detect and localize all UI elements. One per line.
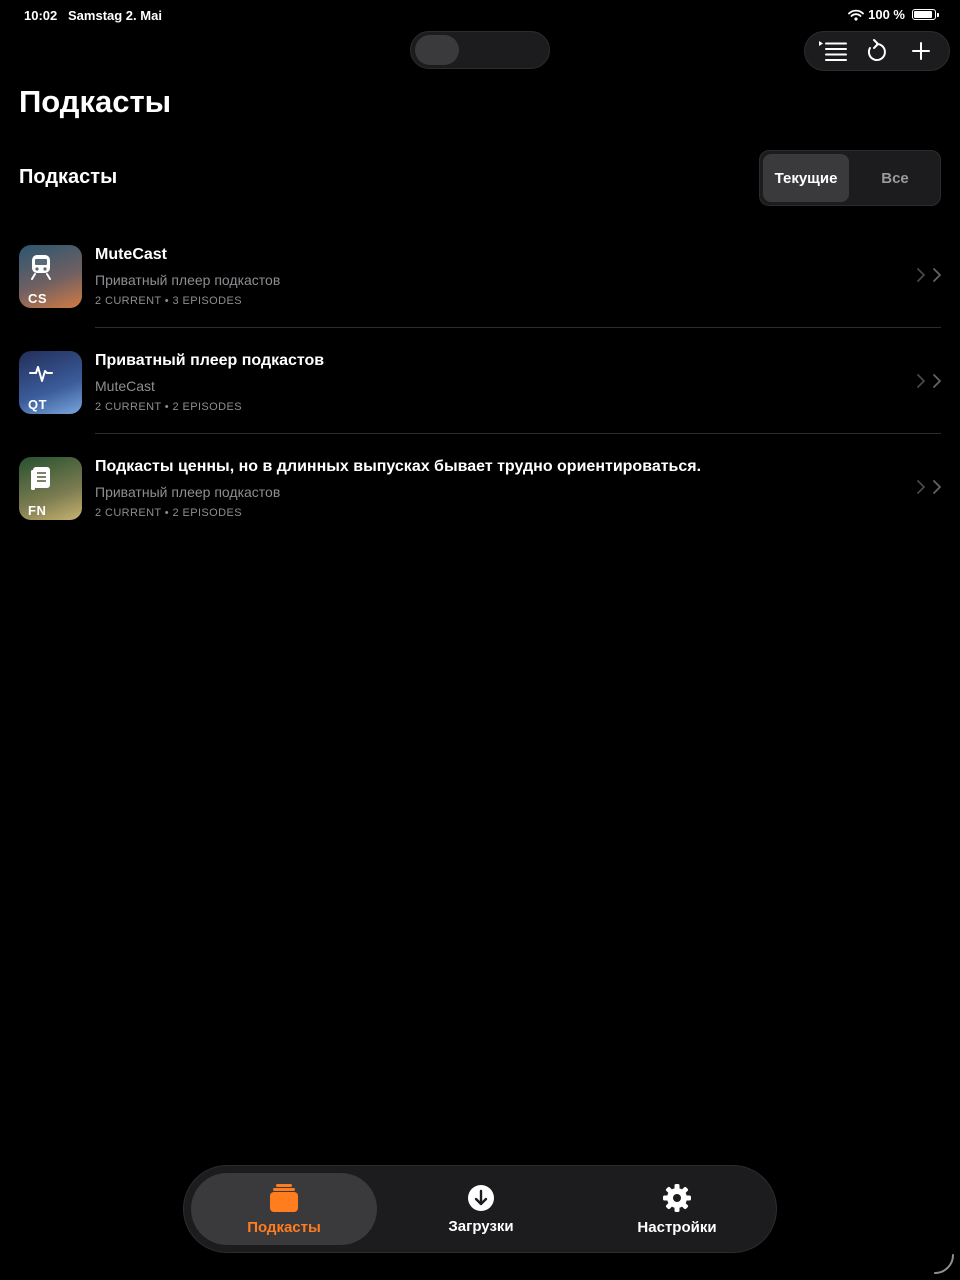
train-icon (31, 255, 51, 280)
artwork-code: CS (28, 291, 48, 306)
plus-icon (912, 42, 930, 60)
podcast-row[interactable]: FN Подкасты ценны, но в длинных выпусках… (0, 434, 960, 540)
podcast-meta: 2 CURRENT • 2 EPISODES (95, 401, 242, 413)
podcasts-stack-icon (270, 1183, 298, 1212)
podcast-title: Приватный плеер подкастов (95, 352, 325, 369)
podcast-title: Подкасты ценны, но в длинных выпусках бы… (95, 458, 702, 475)
tab-label: Загрузки (448, 1217, 514, 1235)
filter-segmented-control: Текущие Все (759, 150, 941, 206)
page-title: Подкасты (19, 84, 172, 119)
refresh-icon (867, 39, 886, 61)
queue-list-button[interactable] (813, 33, 853, 69)
tab-label: Настройки (637, 1218, 717, 1236)
download-icon (468, 1184, 494, 1211)
top-toggle-pill[interactable] (410, 31, 550, 69)
chevron-right-icon (933, 374, 941, 388)
podcast-subtitle: Приватный плеер подкастов (95, 272, 281, 288)
podcast-artwork: FN (19, 457, 82, 520)
artwork-code: FN (28, 503, 47, 518)
waveform-icon (29, 366, 53, 382)
chevron-right-icon (917, 374, 925, 388)
wifi-icon (848, 9, 865, 21)
segment-current[interactable]: Текущие (763, 154, 849, 202)
document-icon (31, 467, 50, 490)
podcast-row[interactable]: QT Приватный плеер подкастов MuteCast 2 … (0, 328, 960, 434)
tab-label: Подкасты (247, 1218, 321, 1236)
podcast-row[interactable]: CS MuteCast Приватный плеер подкастов 2 … (0, 222, 960, 328)
row-chevrons (917, 374, 941, 388)
refresh-button[interactable] (857, 33, 897, 69)
status-date: Samstag 2. Mai (68, 8, 162, 23)
artwork-code: QT (28, 397, 48, 412)
podcast-title: MuteCast (95, 246, 168, 263)
podcast-subtitle: Приватный плеер подкастов (95, 484, 281, 500)
tab-downloads[interactable]: Загрузки (388, 1173, 574, 1245)
row-chevrons (917, 480, 941, 494)
podcast-subtitle: MuteCast (95, 378, 155, 394)
podcast-meta: 2 CURRENT • 2 EPISODES (95, 507, 242, 519)
chevron-right-icon (933, 268, 941, 282)
tab-settings[interactable]: Настройки (584, 1173, 770, 1245)
corner-resize-icon (934, 1254, 954, 1274)
status-indicators: 100 % (848, 7, 939, 22)
battery-percentage: 100 % (868, 7, 905, 22)
segment-all[interactable]: Все (852, 154, 938, 202)
queue-list-icon (819, 41, 847, 61)
tab-podcasts[interactable]: Подкасты (191, 1173, 377, 1245)
podcast-meta: 2 CURRENT • 3 EPISODES (95, 295, 242, 307)
add-podcast-button[interactable] (901, 33, 941, 69)
podcast-list: CS MuteCast Приватный плеер подкастов 2 … (0, 222, 960, 540)
status-bar: 10:02 Samstag 2. Mai 100 % (0, 0, 960, 30)
section-title: Подкасты (19, 166, 118, 188)
toggle-knob (415, 35, 459, 65)
gear-icon (663, 1183, 691, 1212)
tab-bar: Подкасты Загрузки Настройки (183, 1165, 777, 1253)
status-time: 10:02 (24, 8, 58, 23)
chevron-right-icon (917, 268, 925, 282)
podcast-artwork: QT (19, 351, 82, 414)
row-chevrons (917, 268, 941, 282)
chevron-right-icon (933, 480, 941, 494)
battery-icon (912, 9, 939, 20)
chevron-right-icon (917, 480, 925, 494)
podcast-artwork: CS (19, 245, 82, 308)
top-toolbar (804, 31, 950, 71)
